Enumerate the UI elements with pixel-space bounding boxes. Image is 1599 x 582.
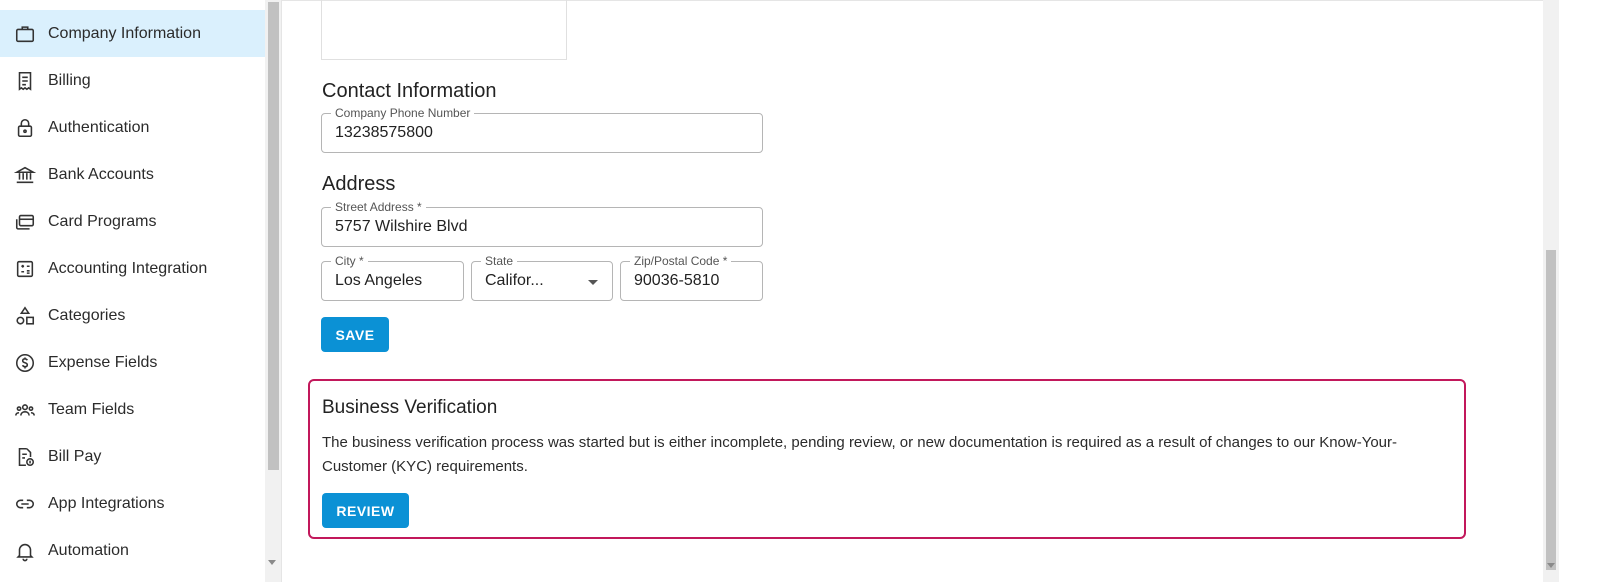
cards-icon [14, 211, 36, 233]
sidebar-item-billing[interactable]: Billing [0, 57, 265, 104]
street-address-field[interactable]: Street Address * 5757 Wilshire Blvd [321, 200, 763, 247]
shapes-icon [14, 305, 36, 327]
sidebar-item-team-fields[interactable]: Team Fields [0, 386, 265, 433]
state-select[interactable]: State Califor... [471, 254, 613, 301]
bill-icon [14, 446, 36, 468]
dollar-circle-icon [14, 352, 36, 374]
sidebar-item-label: Team Fields [48, 400, 135, 418]
sidebar-scrollbar-thumb[interactable] [268, 2, 279, 470]
business-verification-description: The business verification process was st… [322, 434, 1398, 475]
sidebar-item-categories[interactable]: Categories [0, 292, 265, 339]
sidebar-item-label: App Integrations [48, 494, 165, 512]
sidebar-item-authentication[interactable]: Authentication [0, 104, 265, 151]
sidebar-item-company-information[interactable]: Company Information [0, 10, 265, 57]
briefcase-icon [14, 23, 36, 45]
sidebar-item-expense-fields[interactable]: Expense Fields [0, 339, 265, 386]
address-heading: Address [322, 173, 396, 195]
business-verification-panel: Business Verification The business verif… [308, 379, 1466, 539]
sidebar-item-label: Automation [48, 541, 129, 559]
sidebar-item-label: Authentication [48, 118, 150, 136]
save-button[interactable]: SAVE [321, 317, 389, 352]
sidebar-item-bank-accounts[interactable]: Bank Accounts [0, 151, 265, 198]
sidebar-item-label: Bill Pay [48, 447, 102, 465]
city-label: City * [331, 254, 368, 268]
street-address-value: 5757 Wilshire Blvd [335, 218, 468, 235]
sidebar-item-label: Categories [48, 306, 126, 324]
sidebar-item-label: Card Programs [48, 212, 157, 230]
link-icon [14, 493, 36, 515]
dropdown-arrow-icon[interactable] [588, 280, 598, 285]
city-value: Los Angeles [335, 272, 423, 289]
zip-code-value: 90036-5810 [634, 272, 720, 289]
bank-icon [14, 164, 36, 186]
sidebar-item-label: Accounting Integration [48, 259, 208, 277]
sidebar-item-label: Billing [48, 71, 91, 89]
main-scroll-down-arrow[interactable] [1547, 563, 1555, 568]
zip-code-field[interactable]: Zip/Postal Code * 90036-5810 [620, 254, 763, 301]
company-phone-value: 13238575800 [335, 124, 433, 141]
settings-sidebar: Company Information Billing Authenticati… [0, 0, 265, 582]
sidebar-item-app-integrations[interactable]: App Integrations [0, 480, 265, 527]
main-scrollbar-thumb[interactable] [1546, 250, 1556, 570]
state-value: Califor... [485, 272, 544, 289]
street-address-label: Street Address * [331, 200, 426, 214]
zip-code-label: Zip/Postal Code * [630, 254, 732, 268]
company-phone-field[interactable]: Company Phone Number 13238575800 [321, 106, 763, 153]
lock-icon [14, 117, 36, 139]
sidebar-item-bill-pay[interactable]: Bill Pay [0, 433, 265, 480]
review-button[interactable]: REVIEW [322, 493, 409, 528]
sidebar-item-automation[interactable]: Automation [0, 527, 265, 574]
sidebar-scroll-down-arrow[interactable] [268, 560, 276, 565]
company-phone-label: Company Phone Number [331, 106, 475, 120]
sidebar-item-card-programs[interactable]: Card Programs [0, 198, 265, 245]
sidebar-item-label: Expense Fields [48, 353, 158, 371]
contact-information-heading: Contact Information [322, 80, 497, 102]
city-field[interactable]: City * Los Angeles [321, 254, 464, 301]
logo-upload-area[interactable] [321, 0, 567, 60]
sidebar-item-label: Bank Accounts [48, 165, 154, 183]
receipt-icon [14, 70, 36, 92]
state-label: State [481, 254, 518, 268]
sidebar-item-accounting-integration[interactable]: Accounting Integration [0, 245, 265, 292]
team-icon [14, 399, 36, 421]
sidebar-item-label: Company Information [48, 24, 201, 42]
bell-icon [14, 540, 36, 562]
business-verification-heading: Business Verification [322, 397, 498, 418]
calculator-icon [14, 258, 36, 280]
